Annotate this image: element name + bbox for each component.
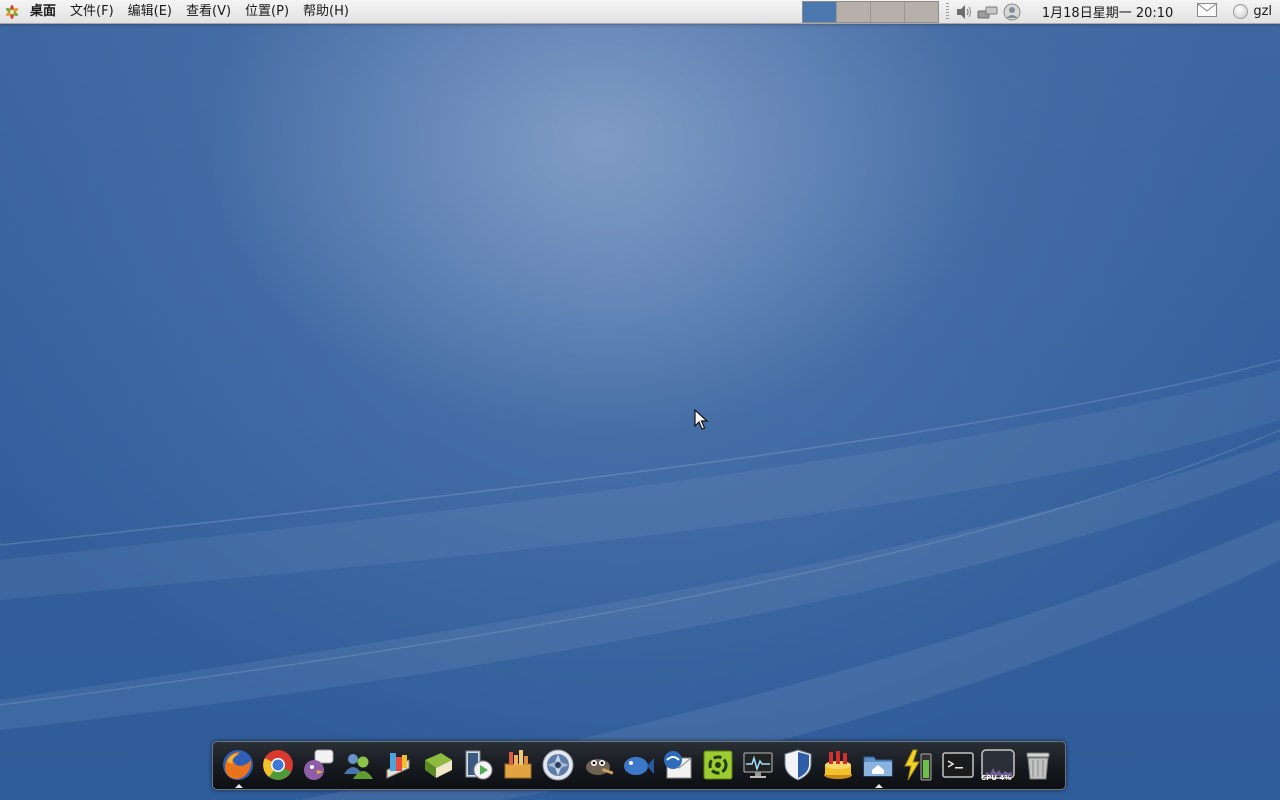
firefox-icon [223, 749, 253, 780]
camera-aperture-icon [542, 749, 574, 780]
volume-icon[interactable] [953, 2, 975, 22]
shield-icon [784, 748, 812, 781]
dock: CPU 4% [212, 741, 1066, 790]
menu-desktop[interactable]: 桌面 [26, 0, 63, 23]
dock-item-media-player[interactable] [460, 746, 496, 786]
cake-icon [824, 750, 852, 779]
system-monitor-icon [743, 752, 773, 778]
dock-item-stardict[interactable] [380, 746, 416, 786]
dock-item-system-monitor[interactable] [740, 746, 776, 786]
dock-item-book[interactable] [420, 746, 456, 786]
dock-item-shield[interactable] [780, 746, 816, 786]
dock-item-chrome[interactable] [260, 746, 296, 786]
dock-item-cake[interactable] [820, 746, 856, 786]
terminal-icon [942, 751, 974, 778]
chrome-icon [263, 749, 293, 780]
dock-item-package-manager[interactable] [500, 746, 536, 786]
workspace-4[interactable] [903, 1, 938, 22]
home-folder-icon [863, 756, 893, 776]
panel-drag-handle[interactable] [945, 2, 949, 21]
media-player-icon [465, 750, 493, 779]
workspace-1[interactable] [802, 1, 836, 22]
workspace-switcher [801, 0, 939, 23]
thunderbird-icon [664, 750, 692, 778]
dock-item-pidgin[interactable] [300, 746, 336, 786]
wallpaper-swooshes [0, 359, 1280, 800]
username: gzl [1253, 4, 1272, 19]
menu-view[interactable]: 查看(V) [179, 0, 238, 23]
user-switcher[interactable]: gzl [1233, 4, 1280, 19]
recycle-settings-icon [703, 750, 733, 779]
dock-item-fish[interactable] [620, 746, 656, 786]
trash-icon [1026, 752, 1050, 779]
contacts-icon [344, 753, 373, 779]
mouse-pointer-icon [694, 409, 708, 430]
stardict-icon [386, 752, 410, 779]
pidgin-icon [304, 749, 334, 780]
workspace-3[interactable] [869, 1, 904, 22]
status-indicator-icon [1233, 4, 1249, 19]
menu-help[interactable]: 帮助(H) [296, 0, 356, 23]
cpu-monitor-label: CPU 4% [981, 773, 1012, 782]
dock-item-contacts[interactable] [340, 746, 376, 786]
book-icon [425, 752, 452, 778]
running-indicator [875, 783, 883, 788]
dock-item-thunderbird[interactable] [660, 746, 696, 786]
menu-edit[interactable]: 编辑(E) [121, 0, 179, 23]
package-manager-icon [504, 749, 532, 778]
mail-icon[interactable] [1197, 2, 1218, 21]
dock-item-trash[interactable] [1020, 746, 1056, 786]
workspace-2[interactable] [835, 1, 870, 22]
main-menu-logo-icon[interactable] [3, 3, 21, 21]
fish-icon [624, 756, 654, 775]
dock-item-cpu-monitor[interactable]: CPU 4% [980, 746, 1016, 786]
dock-item-settings[interactable] [700, 746, 736, 786]
gimp-icon [586, 758, 614, 775]
running-indicator [235, 783, 243, 788]
user-presence-icon[interactable] [1001, 2, 1023, 22]
clock[interactable]: 1月18日星期一 20:10 [1024, 2, 1183, 21]
dock-item-aperture[interactable] [540, 746, 576, 786]
dock-item-home-folder[interactable] [860, 746, 896, 788]
menu-places[interactable]: 位置(P) [238, 0, 296, 23]
menu-file[interactable]: 文件(F) [63, 0, 121, 23]
top-panel: 桌面 文件(F) 编辑(E) 查看(V) 位置(P) 帮助(H) 1月18日星期… [0, 0, 1280, 24]
dock-item-battery[interactable] [900, 746, 936, 786]
dock-item-firefox[interactable] [220, 746, 256, 788]
network-icon[interactable] [977, 2, 999, 22]
dock-item-gimp[interactable] [580, 746, 616, 786]
battery-icon [904, 749, 932, 780]
dock-item-terminal[interactable] [940, 746, 976, 786]
